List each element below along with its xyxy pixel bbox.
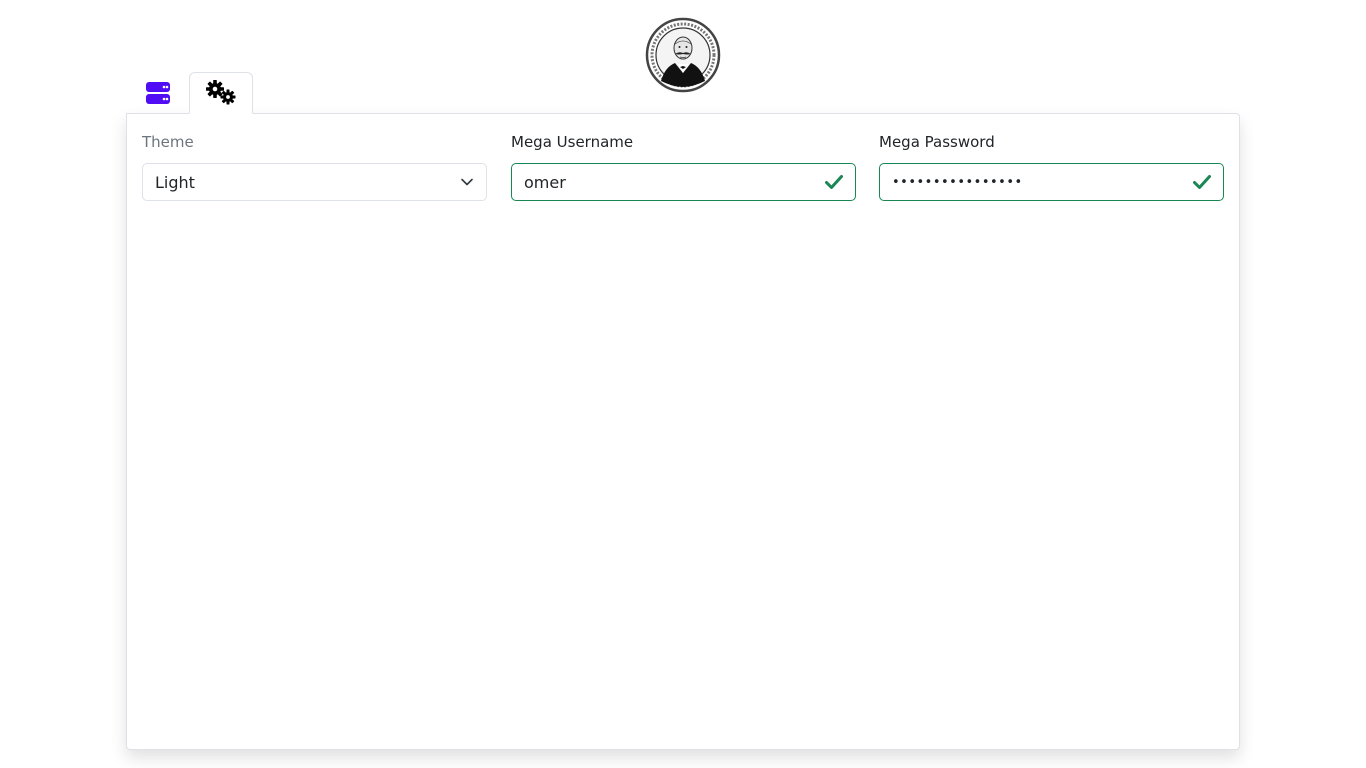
theme-field: Theme Light [142, 132, 487, 201]
theme-label: Theme [142, 133, 194, 151]
mega-password-value: •••••••••••••••• [892, 174, 1023, 190]
portrait-logo-icon [645, 17, 721, 93]
theme-select[interactable]: Light [142, 163, 487, 201]
mega-password-input[interactable]: •••••••••••••••• [879, 163, 1224, 201]
mega-username-field: Mega Username omer [511, 132, 856, 201]
mega-password-field: Mega Password •••••••••••••••• [879, 132, 1224, 201]
gears-icon [206, 80, 236, 105]
valid-check-icon [1193, 174, 1211, 190]
mega-username-input[interactable]: omer [511, 163, 856, 201]
tab-settings[interactable] [189, 72, 253, 114]
theme-select-value: Light [155, 172, 195, 192]
mega-username-value: omer [524, 172, 566, 192]
mega-username-label: Mega Username [511, 133, 634, 151]
tab-bar [126, 72, 253, 114]
valid-check-icon [825, 174, 843, 190]
tab-servers[interactable] [126, 72, 189, 114]
settings-panel: Theme Light Mega Username omer Mega Pass… [126, 113, 1240, 750]
app-logo [645, 17, 721, 93]
chevron-down-icon [460, 175, 474, 189]
mega-password-label: Mega Password [879, 133, 995, 151]
server-icon [145, 82, 170, 104]
